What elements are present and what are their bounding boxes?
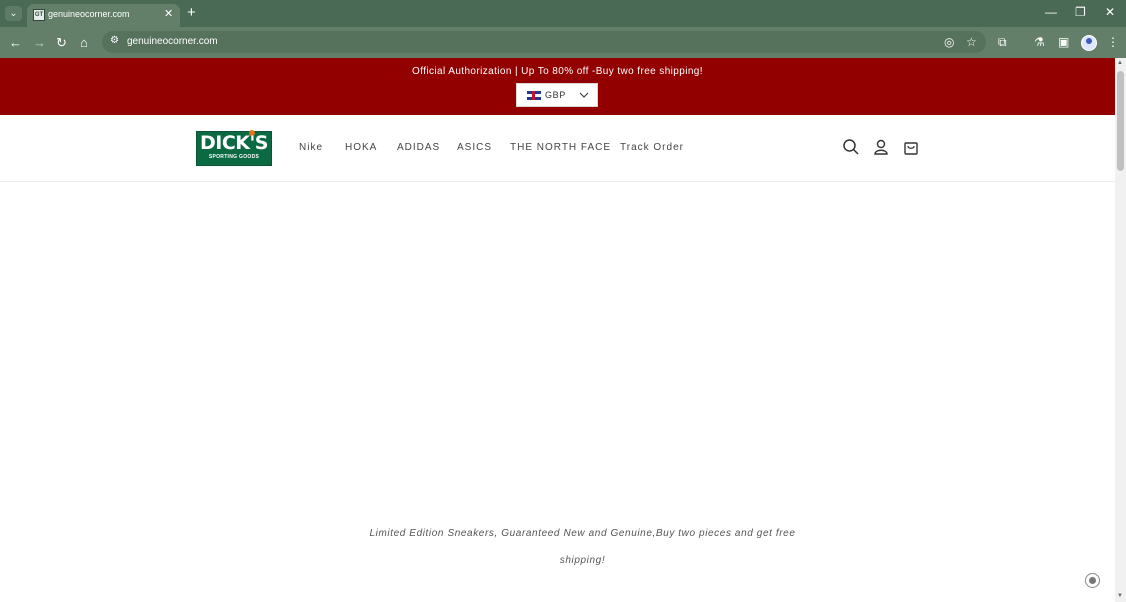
address-toolbar: ← → ↻ ⌂ ⚙ genuineocorner.com ◎ ☆ ⧉ ⚗ ▣ ⋮ xyxy=(0,27,1126,58)
currency-selector[interactable]: GBP xyxy=(516,83,598,107)
minimize-icon[interactable]: — xyxy=(1045,5,1057,19)
web-page: Official Authorization | Up To 80% off -… xyxy=(0,58,1115,602)
logo-main-text: DICK'S xyxy=(199,132,269,154)
uk-flag-icon xyxy=(527,91,541,100)
scroll-down-icon[interactable]: ▼ xyxy=(1117,593,1123,599)
browser-tab[interactable]: GT genuineocorner.com ✕ xyxy=(27,4,180,27)
hero-tagline-line1: Limited Edition Sneakers, Guaranteed New… xyxy=(369,528,796,539)
omnibox[interactable]: ⚙ genuineocorner.com ◎ ☆ xyxy=(102,31,986,53)
tab-search-icon[interactable]: ⌄ xyxy=(5,6,22,21)
nav-item-the-north-face[interactable]: THE NORTH FACE xyxy=(510,142,611,153)
hero-tagline-line2: shipping! xyxy=(559,555,606,566)
extensions-icon[interactable]: ⧉ xyxy=(998,35,1007,50)
nav-item-adidas[interactable]: ADIDAS xyxy=(397,142,440,153)
nav-item-track-order[interactable]: Track Order xyxy=(620,142,684,153)
scroll-thumb[interactable] xyxy=(1117,71,1124,171)
chevron-down-icon xyxy=(579,92,589,98)
nav-item-hoka[interactable]: HOKA xyxy=(345,142,377,153)
account-icon[interactable] xyxy=(872,138,890,156)
tab-title: genuineocorner.com xyxy=(48,9,130,19)
tab-close-icon[interactable]: ✕ xyxy=(164,7,173,20)
url-text[interactable]: genuineocorner.com xyxy=(127,36,218,47)
currency-code: GBP xyxy=(545,90,566,100)
side-panel-icon[interactable]: ▣ xyxy=(1058,35,1069,50)
eye-off-icon[interactable]: ◎ xyxy=(944,35,954,49)
back-icon[interactable]: ← xyxy=(9,35,22,50)
dicks-logo[interactable]: DICK'S SPORTING GOODS xyxy=(196,130,272,166)
logo-sub-text: SPORTING GOODS xyxy=(208,154,260,160)
site-info-icon[interactable]: ⚙ xyxy=(110,35,119,46)
nav-item-nike[interactable]: Nike xyxy=(299,142,323,153)
scroll-up-icon[interactable]: ▲ xyxy=(1117,60,1123,66)
forward-icon[interactable]: → xyxy=(33,35,46,50)
browser-tab-bar: ⌄ GT genuineocorner.com ✕ + — ❐ ✕ xyxy=(0,0,1126,27)
home-icon[interactable]: ⌂ xyxy=(80,35,88,50)
cart-icon[interactable] xyxy=(902,138,920,156)
window-close-icon[interactable]: ✕ xyxy=(1105,5,1115,19)
nav-item-asics[interactable]: ASICS xyxy=(457,142,492,153)
announcement-text: Official Authorization | Up To 80% off -… xyxy=(412,66,703,77)
announcement-bar: Official Authorization | Up To 80% off -… xyxy=(0,58,1115,115)
bookmark-star-icon[interactable]: ☆ xyxy=(966,35,977,49)
page-scrollbar[interactable]: ▲ ▼ xyxy=(1115,58,1126,602)
favicon-icon: GT xyxy=(33,9,45,21)
profile-avatar-icon[interactable] xyxy=(1081,35,1097,51)
chat-widget-icon[interactable] xyxy=(1085,573,1100,588)
restore-icon[interactable]: ❐ xyxy=(1075,5,1086,19)
kebab-menu-icon[interactable]: ⋮ xyxy=(1107,35,1119,50)
reload-icon[interactable]: ↻ xyxy=(56,35,67,50)
new-tab-icon[interactable]: + xyxy=(187,4,196,21)
labs-flask-icon[interactable]: ⚗ xyxy=(1034,35,1045,50)
search-icon[interactable] xyxy=(842,138,860,156)
